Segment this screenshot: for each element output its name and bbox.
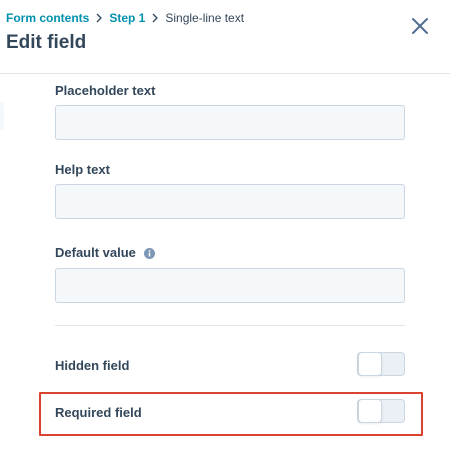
hidden-field-label: Hidden field: [55, 358, 130, 373]
page-title: Edit field: [6, 32, 87, 53]
default-value-input[interactable]: [55, 268, 405, 303]
close-button[interactable]: [408, 14, 432, 38]
placeholder-text-input[interactable]: [55, 105, 405, 140]
help-text-input[interactable]: [55, 184, 405, 219]
help-text-label: Help text: [55, 162, 110, 177]
default-value-label-row: Default value: [55, 245, 155, 261]
hidden-field-toggle[interactable]: [357, 352, 405, 376]
breadcrumb-step-1[interactable]: Step 1: [109, 11, 145, 25]
close-icon: [412, 18, 428, 34]
breadcrumb-form-contents[interactable]: Form contents: [6, 11, 89, 25]
panel-edge-shadow: [0, 102, 4, 130]
toggle-knob: [358, 352, 382, 376]
chevron-right-icon: [96, 13, 103, 23]
panel-header: Form contents Step 1 Single-line text Ed…: [0, 0, 450, 74]
chevron-right-icon: [152, 13, 159, 23]
required-field-toggle[interactable]: [357, 399, 405, 423]
breadcrumb: Form contents Step 1 Single-line text: [6, 11, 244, 25]
info-icon[interactable]: [143, 247, 155, 259]
placeholder-text-label: Placeholder text: [55, 83, 156, 98]
required-field-label: Required field: [55, 405, 142, 420]
edit-field-panel: Form contents Step 1 Single-line text Ed…: [0, 0, 450, 465]
toggle-knob: [358, 399, 382, 423]
default-value-label: Default value: [55, 245, 136, 260]
breadcrumb-current: Single-line text: [165, 11, 245, 25]
section-divider: [55, 325, 405, 326]
